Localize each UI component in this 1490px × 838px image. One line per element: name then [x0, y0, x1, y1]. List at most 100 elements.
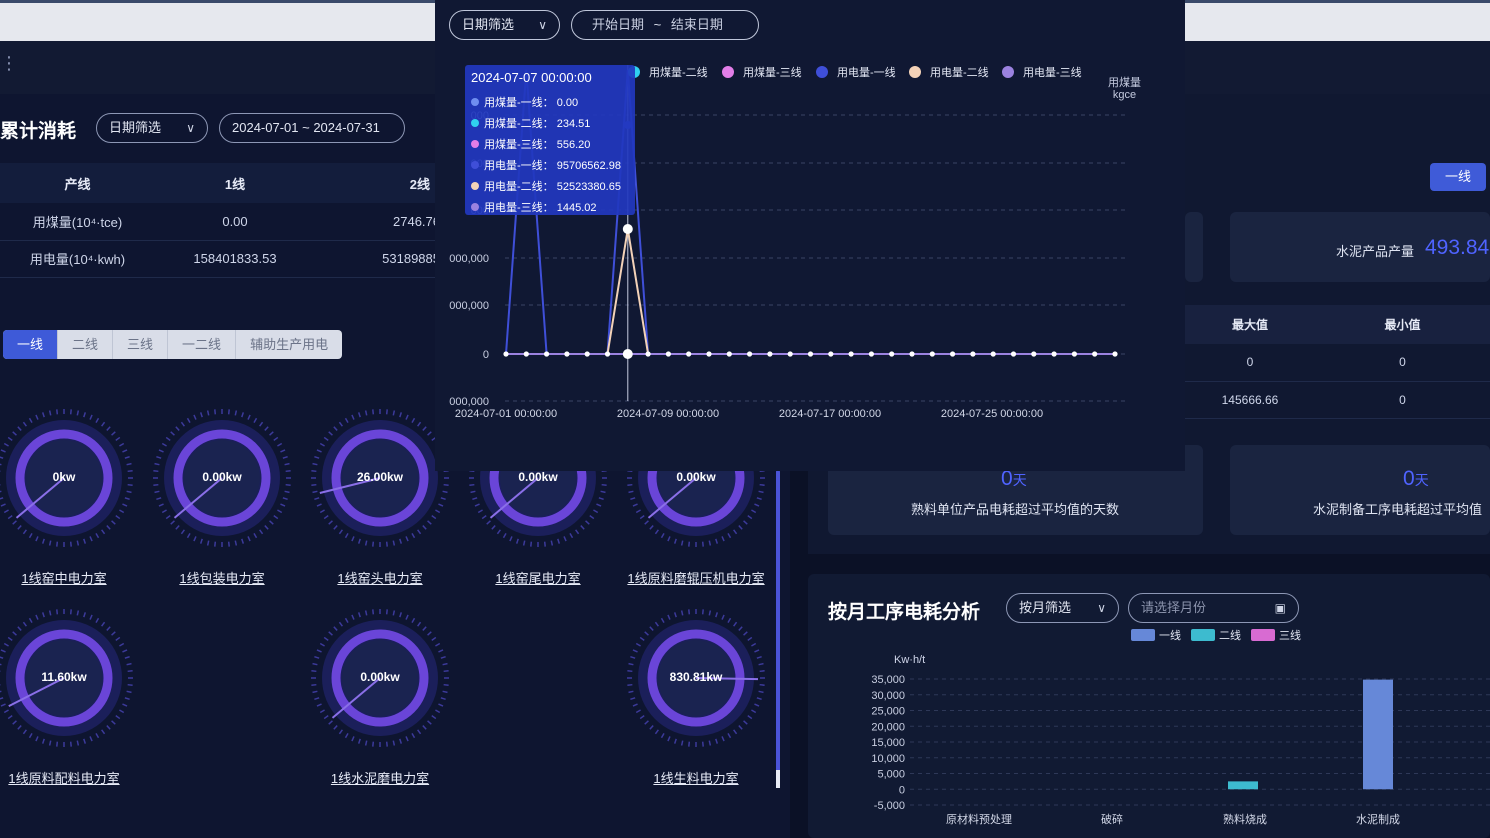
power-gauge[interactable]: 0.00kw — [152, 408, 292, 548]
gauge-tick — [126, 690, 132, 694]
gauge-tick — [435, 642, 441, 647]
gauge-tick — [372, 741, 375, 747]
gauge-tick — [124, 497, 130, 501]
gauge-tick — [69, 409, 72, 415]
data-point — [1112, 351, 1118, 357]
gauge-tick — [28, 533, 33, 539]
y-tick-label: 000,000 — [449, 253, 489, 265]
legend-dot-icon — [1002, 66, 1014, 78]
menu-icon[interactable]: ⋮ — [0, 53, 18, 74]
gauge-tick — [411, 733, 416, 739]
data-point — [868, 351, 874, 357]
gauge-tick — [28, 733, 33, 739]
power-gauge[interactable]: 0.00kw — [310, 608, 450, 748]
legend-item[interactable]: 用电量-二线 — [909, 64, 989, 80]
gauge-tick — [89, 414, 93, 420]
scrollbar[interactable] — [776, 470, 780, 788]
tab-line2[interactable]: 二线 — [58, 330, 114, 359]
power-gauge[interactable]: 830.81kw — [626, 608, 766, 748]
gauge-tick — [701, 541, 704, 547]
series-dot-icon — [471, 139, 479, 148]
stat-max: 0 — [1185, 344, 1315, 382]
gauge-label-link[interactable]: 1线窑头电力室 — [337, 568, 422, 587]
gauge-tick — [632, 503, 638, 507]
gauge-tick — [758, 690, 764, 694]
gauge-tick — [282, 497, 288, 501]
gauge-tick — [727, 533, 732, 539]
gauge-tick — [438, 503, 444, 507]
gauge-tick — [12, 631, 17, 636]
legend-item[interactable]: 用电量-一线 — [816, 64, 896, 80]
gauge-tick — [328, 520, 333, 525]
gauge-tick — [649, 626, 654, 631]
gauge-tick — [328, 431, 333, 436]
x-tick-label: 破碎 — [1101, 812, 1123, 826]
gauge-tick — [758, 490, 764, 494]
gauge-tick — [470, 490, 476, 494]
gauge-tick — [126, 490, 132, 494]
gauge-tick — [385, 409, 388, 415]
gauge-tick — [311, 483, 317, 486]
tab-auxiliary[interactable]: 辅助生产用电 — [236, 330, 342, 359]
gauge-tick — [411, 617, 416, 623]
summary-date-range[interactable]: 2024-07-01 ~ 2024-07-31 — [219, 113, 405, 143]
gauge-tick — [83, 538, 87, 544]
table-row: 0 0 — [1185, 344, 1490, 382]
data-point — [848, 351, 854, 357]
gauge-tick — [364, 610, 368, 616]
summary-date-filter[interactable]: 日期筛选 ∨ — [96, 113, 208, 143]
tab-line3[interactable]: 三线 — [113, 330, 169, 359]
x-tick-label: 2024-07-17 00:00:00 — [779, 408, 881, 420]
gauge-tick — [83, 412, 87, 418]
row-name: 用电量(10⁴·kwh) — [0, 240, 155, 278]
power-gauge[interactable]: 26.00kw — [310, 408, 450, 548]
gauge-label-link[interactable]: 1线生料电力室 — [653, 768, 738, 787]
scrollbar-thumb[interactable] — [776, 770, 780, 788]
gauge-tick — [111, 431, 116, 436]
tab-line12[interactable]: 一二线 — [168, 330, 237, 359]
gauge-tick — [247, 536, 251, 542]
gauge-tick — [738, 725, 743, 730]
gauge-tick — [22, 421, 27, 427]
gauge-label-link[interactable]: 1线窑尾电力室 — [495, 568, 580, 587]
gauge-tick — [601, 483, 607, 486]
gauge-label-link[interactable]: 1线包装电力室 — [179, 568, 264, 587]
gauge-tick — [333, 725, 338, 730]
gauge-tick — [443, 483, 449, 486]
gauge-tick — [575, 529, 580, 535]
legend-item[interactable]: 用煤量-三线 — [722, 64, 802, 80]
legend-item[interactable]: 用电量-三线 — [1002, 64, 1082, 80]
gauge-tick — [357, 538, 361, 544]
gauge-tick — [284, 490, 290, 494]
cement-days-label: 水泥制备工序电耗超过平均值 — [1313, 502, 1483, 517]
gauge-tick — [115, 636, 121, 641]
power-gauge[interactable]: 11.60kw — [0, 608, 134, 748]
gauge-tick — [550, 540, 554, 546]
gauge-tick — [22, 529, 27, 535]
gauge-tick — [644, 720, 649, 725]
gauge-tick — [180, 421, 185, 427]
gauge-label-link[interactable]: 1线水泥磨电力室 — [331, 768, 429, 787]
gauge-tick — [649, 725, 654, 730]
gauge-tick — [372, 609, 375, 615]
legend-item[interactable]: 用煤量-二线 — [628, 64, 708, 80]
gauge-tick — [431, 715, 437, 720]
data-point — [1010, 351, 1017, 357]
gauge-tick — [632, 703, 638, 707]
gauge-tick — [667, 536, 671, 542]
gauge-tick — [314, 655, 320, 659]
summary-title: 累计消耗 — [0, 121, 77, 142]
gauge-tick — [632, 649, 638, 653]
gauge-tick — [440, 497, 446, 501]
gauge-tick — [115, 515, 121, 520]
tab-line1[interactable]: 一线 — [3, 330, 59, 359]
gauge-tick — [344, 417, 349, 423]
gauge-tick — [156, 455, 162, 459]
gauge-label-link[interactable]: 1线窑中电力室 — [21, 568, 106, 587]
line-select-button[interactable]: 一线 — [1430, 163, 1486, 191]
gauge-label-link[interactable]: 1线原料配料电力室 — [8, 768, 119, 787]
power-gauge[interactable]: 0kw — [0, 408, 134, 548]
tooltip-row: 用煤量-三线： 556.20 — [471, 133, 629, 154]
gauge-tick — [7, 515, 13, 520]
gauge-label-link[interactable]: 1线原料磨辊压机电力室 — [627, 568, 764, 587]
